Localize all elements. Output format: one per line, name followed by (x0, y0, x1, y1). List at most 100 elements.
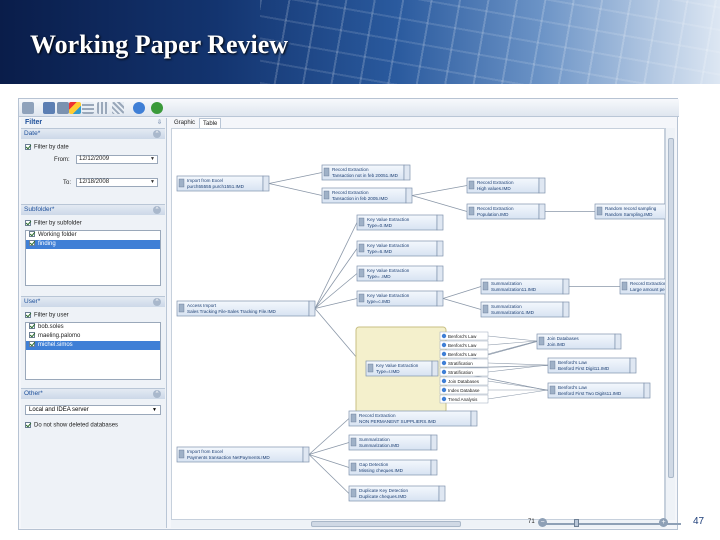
expand-arrow-icon[interactable] (436, 290, 444, 307)
chevron-down-icon[interactable]: ▼ (150, 156, 155, 163)
tab-table[interactable]: Table (199, 118, 222, 128)
other-section-header[interactable]: Other* ^ (21, 388, 165, 399)
graph-node[interactable]: Benford's LawBenford First Two Digits11.… (547, 382, 651, 399)
graph-node[interactable]: Key Value Extractiontype=c.IMD (356, 290, 444, 307)
filter-by-user-checkbox[interactable]: Filter by user (25, 312, 69, 319)
expand-arrow-icon[interactable] (643, 382, 651, 399)
to-date-input[interactable]: 12/18/2008 ▼ (76, 178, 158, 187)
from-date-input[interactable]: 12/12/2009 ▼ (76, 155, 158, 164)
refresh-icon[interactable] (133, 102, 145, 114)
list-item[interactable]: bob.soles (26, 323, 160, 332)
graph-node[interactable]: Import from ExcelPayments transaction Ne… (176, 446, 310, 463)
graph-node[interactable]: Gap DetectionMissing cheques.IMD (348, 459, 438, 476)
scroll-thumb[interactable] (668, 138, 674, 478)
zoom-slider-thumb[interactable] (574, 519, 579, 527)
checkbox-icon[interactable] (29, 240, 35, 247)
graph-node[interactable]: Record ExtractionTansaction not in feb 2… (321, 164, 411, 181)
server-select[interactable]: Local and IDEA server ▼ (25, 405, 161, 415)
tab-graphic[interactable]: Graphic (171, 118, 198, 128)
filter-by-subfolder-checkbox[interactable]: Filter by subfolder (25, 220, 82, 227)
expand-arrow-icon[interactable] (436, 265, 444, 282)
collapse-icon[interactable]: ^ (153, 298, 161, 306)
graph-node[interactable]: SummarizationSummarization.IMD (348, 434, 438, 451)
pin-icon[interactable]: ⇩ (157, 119, 162, 126)
checkbox-icon[interactable] (25, 422, 31, 428)
expand-arrow-icon[interactable] (436, 240, 444, 257)
expand-arrow-icon[interactable] (629, 357, 637, 374)
filter-by-date-checkbox[interactable]: Filter by date (25, 144, 69, 151)
collapse-icon[interactable]: ^ (153, 206, 161, 214)
expand-arrow-icon[interactable] (562, 278, 570, 295)
layout-icon[interactable] (97, 102, 109, 114)
help-icon[interactable] (151, 102, 163, 114)
chevron-down-icon[interactable]: ▼ (150, 179, 155, 186)
graph-node[interactable]: Random record samplingRandom Sampling.IM… (594, 203, 684, 220)
user-list[interactable]: bob.soles maeling.palomo michel.simos (25, 322, 161, 380)
list-item[interactable]: finding (26, 240, 160, 249)
graph-node[interactable]: Record ExtractionTansaction in feb 2005.… (321, 187, 413, 204)
expand-arrow-icon[interactable] (430, 459, 438, 476)
expand-arrow-icon[interactable] (614, 333, 622, 350)
expand-arrow-icon[interactable] (405, 187, 413, 204)
chevron-down-icon[interactable]: ▼ (152, 406, 157, 414)
subfolder-section-header[interactable]: Subfolder* ^ (21, 204, 165, 215)
collapse-icon[interactable]: ^ (153, 390, 161, 398)
user-section-header[interactable]: User* ^ (21, 296, 165, 307)
graph-canvas[interactable]: Benford's Law Benford's Law Benford's Law S… (171, 128, 684, 520)
list-item[interactable]: Working folder (26, 231, 160, 240)
expand-arrow-icon[interactable] (538, 203, 546, 220)
graph-node[interactable]: Key Value ExtractionType= .IMD (356, 265, 444, 282)
graph-node[interactable]: Benford's LawBenford First Digit11.IMD (547, 357, 637, 374)
graph-node[interactable]: Join DatabasesJoin.IMD (536, 333, 622, 350)
header-decoration (260, 0, 720, 84)
graph-node-title: Key Value Extraction (376, 363, 419, 368)
graph-node[interactable]: Record ExtractionLarge amount pe (619, 278, 673, 295)
subfolder-list[interactable]: Working folder finding (25, 230, 161, 286)
scroll-thumb[interactable] (311, 521, 461, 527)
checkbox-icon[interactable] (25, 312, 31, 318)
expand-arrow-icon[interactable] (538, 177, 546, 194)
expand-arrow-icon[interactable] (308, 300, 316, 317)
expand-arrow-icon[interactable] (430, 434, 438, 451)
graph-node[interactable]: Import from Excelpurch55555 purch1551.IM… (176, 175, 270, 192)
graph-node[interactable]: Record ExtractionPopulation.IMD (466, 203, 546, 220)
checkbox-icon[interactable] (29, 341, 35, 348)
hide-deleted-checkbox[interactable]: Do not show deleted databases (25, 422, 118, 429)
vertical-scrollbar[interactable] (665, 128, 675, 520)
graph-node[interactable]: Access ImportSales Tracking File-Sales T… (176, 300, 316, 317)
graph-node[interactable]: Key Value ExtractionType=r.IMD (365, 360, 439, 377)
checkbox-icon[interactable] (25, 220, 31, 226)
expand-arrow-icon[interactable] (302, 446, 310, 463)
collapse-icon[interactable]: ^ (153, 130, 161, 138)
checkbox-icon[interactable] (29, 332, 35, 339)
zoom-in-icon[interactable]: + (659, 518, 668, 527)
date-section-header[interactable]: Date* ^ (21, 128, 165, 139)
graph-node[interactable]: SummarizationSummarization1.IMD (480, 301, 570, 318)
expand-arrow-icon[interactable] (403, 164, 411, 181)
checkbox-icon[interactable] (29, 231, 35, 238)
expand-arrow-icon[interactable] (436, 214, 444, 231)
save-icon[interactable] (43, 102, 55, 114)
list-item[interactable]: michel.simos (26, 341, 160, 350)
graph-node[interactable]: Duplicate Key DetectionDuplicate cheques… (348, 485, 446, 502)
expand-arrow-icon[interactable] (470, 410, 478, 427)
expand-arrow-icon[interactable] (431, 360, 439, 377)
graph-node[interactable]: Record ExtractionNON PERMANENT SUPPLIERS… (348, 410, 478, 427)
palette-icon[interactable] (69, 102, 81, 114)
expand-arrow-icon[interactable] (438, 485, 446, 502)
table-icon[interactable] (112, 102, 124, 114)
graph-node-file: Tansaction in feb 2005.IMD (332, 196, 388, 201)
checkbox-icon[interactable] (29, 323, 35, 330)
graph-node[interactable]: Key Value ExtractionType=0.IMD (356, 214, 444, 231)
database-icon (468, 206, 475, 216)
list-item[interactable]: maeling.palomo (26, 332, 160, 341)
graph-node[interactable]: Record ExtractionHigh values.IMD (466, 177, 546, 194)
graph-node[interactable]: SummarizationSummarization11.IMD (480, 278, 570, 295)
expand-arrow-icon[interactable] (562, 301, 570, 318)
print-icon[interactable] (57, 102, 69, 114)
graph-node[interactable]: Key Value ExtractionType=6.IMD (356, 240, 444, 257)
expand-arrow-icon[interactable] (262, 175, 270, 192)
folder-icon[interactable] (22, 102, 34, 114)
checkbox-icon[interactable] (25, 144, 31, 150)
grid-icon[interactable] (82, 102, 94, 114)
